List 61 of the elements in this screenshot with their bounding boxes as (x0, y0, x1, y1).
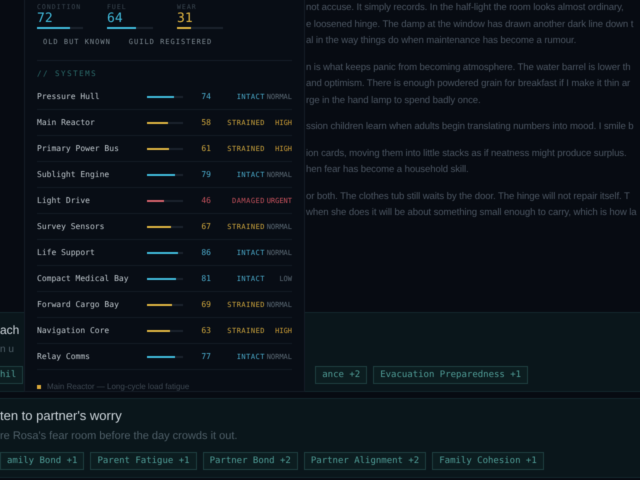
system-name: Compact Medical Bay (37, 274, 130, 283)
effect-tag: hil (0, 366, 24, 384)
system-meter (147, 252, 183, 254)
system-value: 74 (200, 92, 211, 101)
system-value: 69 (200, 300, 211, 309)
system-meter (147, 226, 183, 228)
journal-text: al in the way things do when maintenance has become a rumour. (306, 34, 578, 48)
system-value: 86 (200, 248, 211, 257)
note-text: Main Reactor — Long-cycle load fatigue (47, 382, 190, 391)
system-meter (147, 200, 183, 202)
effect-tag: ance +2 (315, 366, 368, 384)
stat-value: 72 (37, 11, 54, 27)
system-name: Main Reactor (37, 118, 96, 127)
system-value: 67 (200, 222, 211, 231)
journal-text: ion cards, moving them into little stacks as if neatness might produce surplus. (306, 146, 628, 160)
system-meter (147, 174, 183, 176)
effect-tag: Evacuation Preparedness +1 (373, 366, 528, 384)
effect-tag: Parent Fatigue +1 (90, 452, 197, 470)
action-card[interactable]: ten to partner's worry re Rosa's fear room before the day crowds it out. amily Bond +1 Parent Fatigue +1 Partner Bond +2 Partner Alignment +2 Family Cohesion +1 (0, 398, 640, 478)
action-description: re Rosa's fear room before the day crowds it out. (0, 429, 238, 444)
system-name: Sublight Engine (37, 170, 110, 179)
action-title: ten to partner's worry (0, 407, 122, 425)
system-name: Primary Power Bus (37, 144, 120, 153)
system-value: 77 (200, 352, 211, 361)
system-meter (147, 278, 183, 280)
journal-text: n is what keeps panic from becoming atmosphere. The water barrel is lower th (306, 60, 632, 74)
effect-tag: amily Bond +1 (0, 452, 84, 470)
journal-text: when she does it will be about something small enough to carry, which is how la (306, 206, 638, 220)
system-meter (147, 356, 183, 358)
system-name: Relay Comms (37, 352, 91, 361)
system-name: Life Support (37, 248, 96, 257)
effect-tag: Family Cohesion +1 (432, 452, 544, 470)
action-description: n u (0, 343, 14, 357)
system-name: Pressure Hull (37, 92, 101, 101)
system-name: Navigation Core (37, 326, 110, 335)
system-value: 58 (200, 118, 211, 127)
stat-value: 31 (177, 11, 194, 27)
system-value: 61 (200, 144, 211, 153)
system-meter (147, 122, 183, 124)
journal-text: rge in the hand lamp to spend badly once. (306, 94, 482, 108)
journal-text: ssion children learn when adults begin translating numbers into mood. I smile b (306, 120, 635, 134)
system-meter (147, 148, 183, 150)
stat-value: 64 (107, 11, 124, 27)
system-name: Survey Sensors (37, 222, 106, 231)
system-meter (147, 304, 183, 306)
system-meter (147, 96, 183, 98)
system-value: 79 (200, 170, 211, 179)
journal-text: not accuse. It simply records. In the half-light the room looks almost ordinary, (306, 1, 625, 15)
journal-text: and optimism. There is enough powdered grain for breakfast if I make it thin ar (306, 77, 632, 91)
system-name: Forward Cargo Bay (37, 300, 120, 309)
action-title: ach (0, 322, 20, 339)
journal-text: hen fear has become a household skill. (306, 163, 470, 177)
journal-text: or both. The clothes tub still waits by the door. The hinge will not repair itself. T (306, 190, 631, 204)
system-meter (147, 330, 183, 332)
system-value: 46 (200, 196, 211, 205)
effect-tag: Partner Bond +2 (202, 452, 298, 470)
effect-tag: Partner Alignment +2 (304, 452, 426, 470)
system-value: 81 (200, 274, 211, 283)
journal-text: e loosened hinge. The damp at the window has drawn another dark line down t (306, 18, 634, 32)
system-name: Light Drive (37, 196, 91, 205)
system-value: 63 (200, 326, 211, 335)
